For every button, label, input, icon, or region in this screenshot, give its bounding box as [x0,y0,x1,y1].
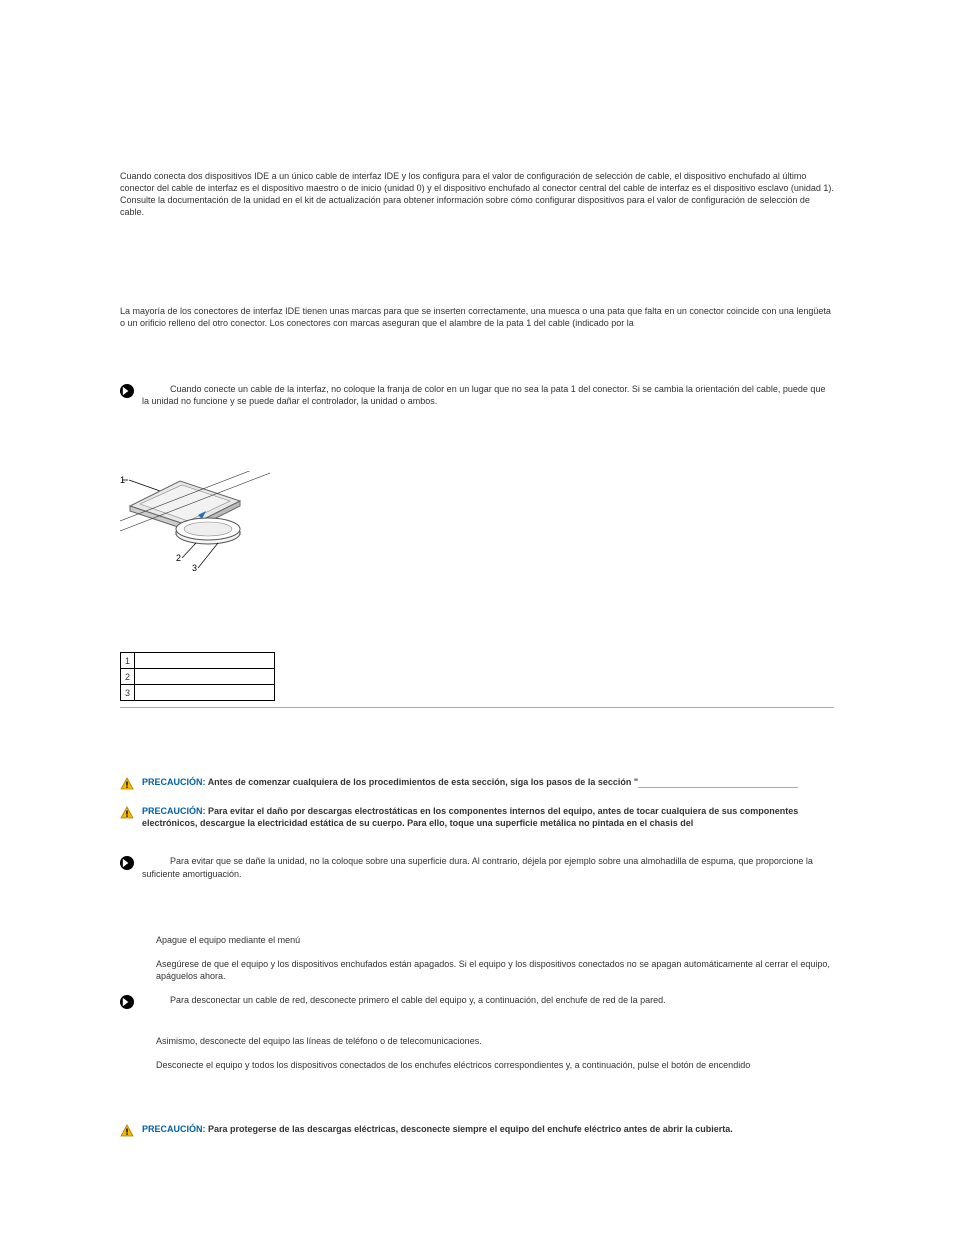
notice-aviso: Para evitar que se dañe la unidad, no la… [120,855,834,879]
notice-text: Para desconectar un cable de red, descon… [142,994,834,1006]
arrow-right-circle-icon [120,995,134,1009]
caution-label: PRECAUCIÓN: [142,806,206,816]
key-number: 1 [121,653,135,669]
svg-text:2: 2 [176,553,181,563]
step-text: Asegúrese de que el equipo y los disposi… [156,958,834,982]
step-text: Apague el equipo mediante el menú [156,934,834,946]
section-divider [120,707,834,708]
blank-link [638,778,798,788]
step-item: Asimismo, desconecte del equipo las líne… [120,1035,834,1047]
key-number: 2 [121,669,135,685]
caution-notice: PRECAUCIÓN: Para evitar el daño por desc… [120,805,834,829]
svg-text:1: 1 [120,475,125,485]
paragraph: Cuando conecta dos dispositivos IDE a un… [120,170,834,219]
caution-notice: PRECAUCIÓN: Antes de comenzar cualquiera… [120,776,834,791]
notice-text: Para evitar que se dañe la unidad, no la… [142,855,834,879]
caution-label: PRECAUCIÓN: [142,1124,206,1134]
caution-body: Para evitar el daño por descargas electr… [142,806,798,828]
arrow-right-circle-icon [120,384,134,398]
caution-body: Para protegerse de las descargas eléctri… [208,1124,733,1134]
notice-body: Cuando conecte un cable de la interfaz, … [142,384,825,406]
notice-body: Para desconectar un cable de red, descon… [170,995,666,1005]
caution-text: PRECAUCIÓN: Para protegerse de las desca… [142,1123,834,1135]
step-item: Asegúrese de que el equipo y los disposi… [120,958,834,982]
notice-body: Para evitar que se dañe la unidad, no la… [142,856,813,878]
key-number: 3 [121,685,135,701]
svg-text:3: 3 [192,563,197,573]
caution-text: PRECAUCIÓN: Para evitar el daño por desc… [142,805,834,829]
caution-label: PRECAUCIÓN: [142,777,206,787]
caution-notice: PRECAUCIÓN: Para protegerse de las desca… [120,1123,834,1138]
step-item: Desconecte el equipo y todos los disposi… [120,1059,834,1071]
table-row: 1 [121,653,275,669]
figure-cable-connector: 1 2 3 [120,471,834,586]
key-desc [135,669,275,685]
key-desc [135,685,275,701]
paragraph: La mayoría de los conectores de interfaz… [120,305,834,329]
table-row: 3 [121,685,275,701]
arrow-right-circle-icon [120,856,134,870]
notice-text: Cuando conecte un cable de la interfaz, … [142,383,834,407]
step-text: Desconecte el equipo y todos los disposi… [156,1059,834,1071]
table-row: 2 [121,669,275,685]
notice-aviso: Para desconectar un cable de red, descon… [120,994,834,1009]
step-text: Asimismo, desconecte del equipo las líne… [156,1035,834,1047]
key-desc [135,653,275,669]
notice-aviso: Cuando conecte un cable de la interfaz, … [120,383,834,407]
caution-text: PRECAUCIÓN: Antes de comenzar cualquiera… [142,776,834,788]
step-item: Apague el equipo mediante el menú [120,934,834,946]
warning-triangle-icon [120,1124,134,1138]
warning-triangle-icon [120,777,134,791]
caution-body: Antes de comenzar cualquiera de los proc… [208,777,638,787]
figure-key-table: 1 2 3 [120,652,275,701]
warning-triangle-icon [120,806,134,820]
